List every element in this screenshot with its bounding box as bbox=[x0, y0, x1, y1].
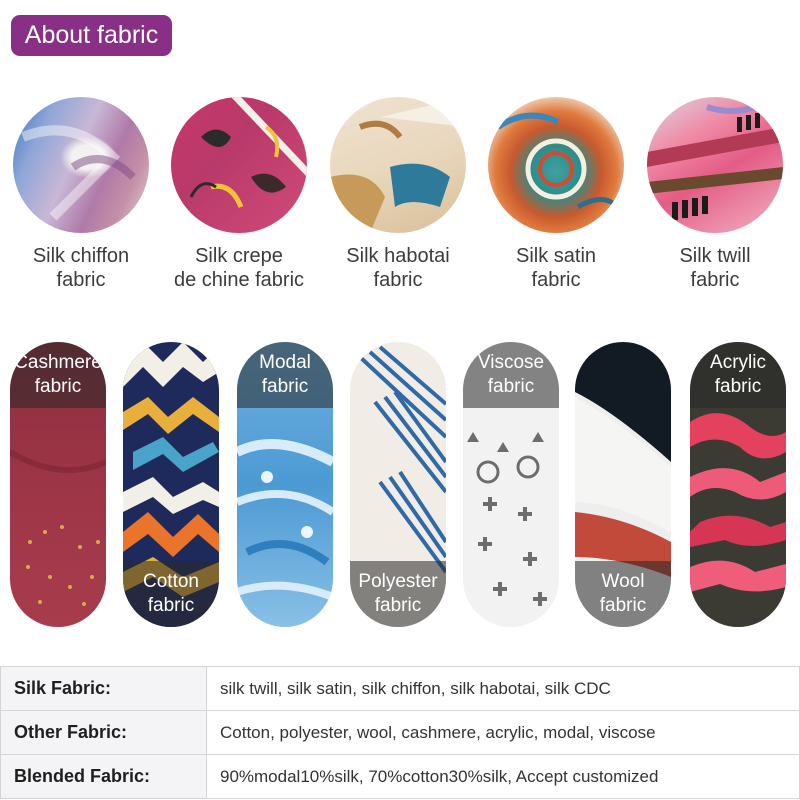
silk-fabric-item: Silk crepe de chine fabric bbox=[164, 97, 314, 292]
table-row: Other Fabric: Cotton, polyester, wool, c… bbox=[0, 710, 800, 755]
fabric-label: Cashmere fabric bbox=[10, 342, 106, 408]
cashmere-fabric-card: Cashmere fabric bbox=[10, 342, 106, 627]
fabric-label: Polyester fabric bbox=[350, 561, 446, 627]
silk-fabric-item: Silk habotai fabric bbox=[323, 97, 473, 292]
row-key: Silk Fabric: bbox=[0, 666, 207, 711]
fabric-label: Cotton fabric bbox=[123, 561, 219, 627]
fabric-label: Modal fabric bbox=[237, 342, 333, 408]
silk-fabric-label: Silk habotai fabric bbox=[346, 245, 450, 291]
silk-fabric-label: Silk satin fabric bbox=[515, 245, 597, 291]
silk-chiffon-swatch-icon bbox=[13, 97, 149, 233]
modal-fabric-card: Modal fabric bbox=[237, 342, 333, 627]
silk-crepe-swatch-icon bbox=[171, 97, 307, 233]
polyester-fabric-card: Polyester fabric bbox=[350, 342, 446, 627]
silk-fabric-label: Silk chiffon fabric bbox=[32, 245, 130, 291]
viscose-fabric-card: Viscose fabric bbox=[463, 342, 559, 627]
silk-habotai-swatch-icon bbox=[330, 97, 466, 233]
silk-fabric-label: Silk crepe de chine fabric bbox=[173, 245, 305, 291]
fabric-label: Acrylic fabric bbox=[690, 342, 786, 408]
silk-satin-swatch-icon bbox=[488, 97, 624, 233]
table-row: Silk Fabric: silk twill, silk satin, sil… bbox=[0, 666, 800, 711]
acrylic-fabric-card: Acrylic fabric bbox=[690, 342, 786, 627]
row-key: Other Fabric: bbox=[0, 710, 207, 755]
fabric-label: Wool fabric bbox=[575, 561, 671, 627]
row-value: Cotton, polyester, wool, cashmere, acryl… bbox=[206, 710, 800, 755]
silk-fabric-item: Silk satin fabric bbox=[481, 97, 631, 292]
silk-fabric-item: Silk twill fabric bbox=[640, 97, 790, 292]
fabric-label: Viscose fabric bbox=[463, 342, 559, 408]
silk-fabric-item: Silk chiffon fabric bbox=[6, 97, 156, 292]
section-title-badge: About fabric bbox=[11, 15, 172, 56]
row-value: 90%modal10%silk, 70%cotton30%silk, Accep… bbox=[206, 754, 800, 799]
table-row: Blended Fabric: 90%modal10%silk, 70%cott… bbox=[0, 754, 800, 799]
row-key: Blended Fabric: bbox=[0, 754, 207, 799]
wool-fabric-card: Wool fabric bbox=[575, 342, 671, 627]
fabric-spec-table: Silk Fabric: silk twill, silk satin, sil… bbox=[0, 666, 800, 799]
silk-twill-swatch-icon bbox=[647, 97, 783, 233]
cotton-fabric-card: Cotton fabric bbox=[123, 342, 219, 627]
silk-fabric-label: Silk twill fabric bbox=[679, 245, 751, 291]
row-value: silk twill, silk satin, silk chiffon, si… bbox=[206, 666, 800, 711]
